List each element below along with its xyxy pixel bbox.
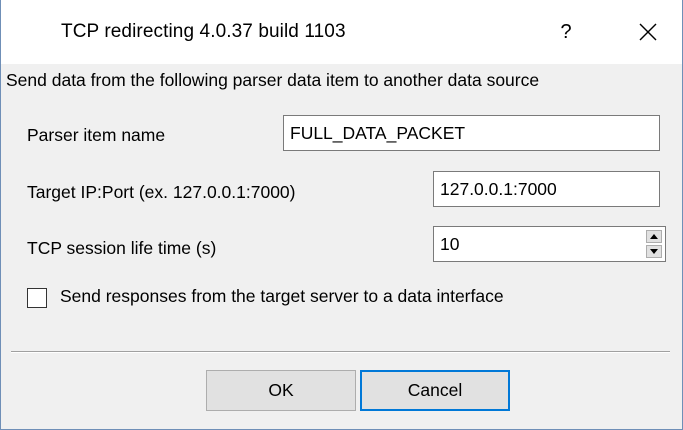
target-ip-port-label: Target IP:Port (ex. 127.0.0.1:7000) xyxy=(27,182,296,202)
parser-item-label: Parser item name xyxy=(27,125,166,145)
help-button[interactable]: ? xyxy=(541,14,591,50)
parser-item-input[interactable]: FULL_DATA_PACKET xyxy=(283,115,660,151)
tcp-redirect-dialog: TCP redirecting 4.0.37 build 1103 ? Send… xyxy=(0,0,683,430)
ok-button[interactable]: OK xyxy=(206,370,356,411)
spin-up-icon[interactable] xyxy=(646,230,662,243)
close-button[interactable] xyxy=(623,14,673,50)
session-lifetime-value: 10 xyxy=(440,234,460,254)
window-title: TCP redirecting 4.0.37 build 1103 xyxy=(61,21,346,42)
send-responses-checkbox[interactable] xyxy=(27,288,47,308)
target-ip-port-input[interactable]: 127.0.0.1:7000 xyxy=(433,171,660,207)
session-lifetime-label: TCP session life time (s) xyxy=(27,238,217,258)
session-lifetime-stepper[interactable]: 10 xyxy=(433,226,666,262)
close-icon xyxy=(639,23,657,41)
cancel-button[interactable]: Cancel xyxy=(360,370,510,411)
send-responses-label[interactable]: Send responses from the target server to… xyxy=(60,286,504,307)
dialog-description: Send data from the following parser data… xyxy=(6,70,540,90)
divider xyxy=(11,351,670,353)
spin-down-icon[interactable] xyxy=(646,245,662,258)
spin-buttons[interactable] xyxy=(646,230,662,258)
title-bar[interactable]: TCP redirecting 4.0.37 build 1103 ? xyxy=(1,0,682,64)
